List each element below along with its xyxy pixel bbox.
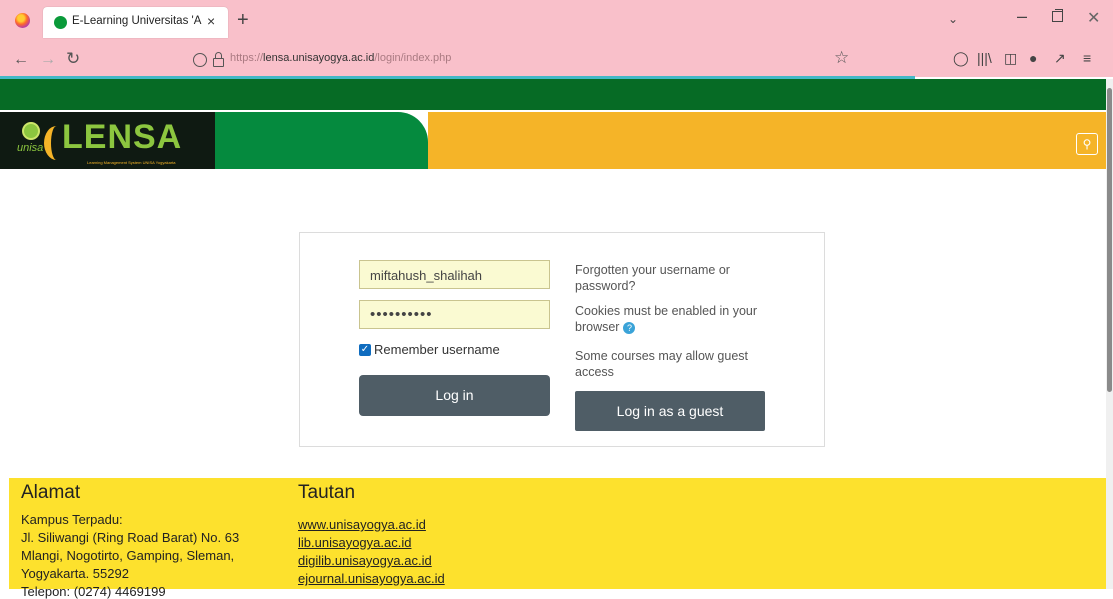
help-icon[interactable]: ? xyxy=(623,321,636,334)
header-green-block xyxy=(215,112,428,169)
logo-lensa-text: LENSA xyxy=(62,118,183,156)
footer-address-line: Jl. Siliwangi (Ring Road Barat) No. 63 xyxy=(21,530,240,545)
footer-address-line: Yogyakarta. 55292 xyxy=(21,566,129,581)
extension-icon[interactable]: ● xyxy=(1029,50,1037,66)
tab-close-icon[interactable]: × xyxy=(207,13,215,29)
footer-link[interactable]: ejournal.unisayogya.ac.id xyxy=(298,571,445,586)
footer-alamat-title: Alamat xyxy=(21,482,81,503)
footer-address-line: Telepon: (0274) 4469199 xyxy=(21,584,166,599)
guest-access-note: Some courses may allow guest access xyxy=(575,349,748,379)
search-button[interactable]: ⚲ xyxy=(1076,133,1098,155)
bookmark-star-icon[interactable]: ☆ xyxy=(834,48,849,68)
tab-title: E-Learning Universitas 'Aisyiyah xyxy=(72,15,202,27)
url-domain: lensa.unisayogya.ac.id xyxy=(263,52,375,64)
browser-tab[interactable]: E-Learning Universitas 'Aisyiyah × xyxy=(43,7,228,38)
header-gold-band xyxy=(428,112,1106,169)
footer-link[interactable]: lib.unisayogya.ac.id xyxy=(298,535,411,550)
footer-tautan-title: Tautan xyxy=(298,482,356,503)
footer-link[interactable]: digilib.unisayogya.ac.id xyxy=(298,553,432,568)
search-icon: ⚲ xyxy=(1082,137,1092,151)
window-close-icon[interactable]: ✕ xyxy=(1087,8,1100,28)
scrollbar-thumb[interactable] xyxy=(1107,88,1112,392)
pocket-icon[interactable]: ◯ xyxy=(953,50,969,67)
url-text[interactable]: https://lensa.unisayogya.ac.id/login/ind… xyxy=(230,52,451,64)
url-prefix: https:// xyxy=(230,52,264,64)
footer-address-line: Mlangi, Nogotirto, Gamping, Sleman, xyxy=(21,548,235,563)
tracking-protection-icon[interactable] xyxy=(193,53,207,67)
restore-icon[interactable] xyxy=(1052,9,1063,22)
remember-username-checkbox[interactable]: ✓ xyxy=(359,344,371,356)
cookies-text: Cookies must be enabled in your browser xyxy=(575,304,758,334)
cookies-notice: Cookies must be enabled in your browser? xyxy=(575,303,765,335)
top-navbar xyxy=(0,79,1106,111)
site-logo[interactable]: unisa LENSA Learning Management System U… xyxy=(0,112,215,169)
username-input[interactable]: miftahush_shalihah xyxy=(359,260,550,289)
library-icon[interactable]: |||\ xyxy=(977,50,992,66)
remember-username-label[interactable]: Remember username xyxy=(374,342,500,357)
forward-icon[interactable]: → xyxy=(40,51,56,69)
new-tab-button[interactable]: + xyxy=(237,9,249,32)
url-path: /login/index.php xyxy=(374,52,452,64)
unisa-seal-icon xyxy=(22,122,40,140)
logo-unisa-text: unisa xyxy=(17,142,44,154)
password-input[interactable]: •••••••••• xyxy=(359,300,550,329)
firefox-icon[interactable] xyxy=(15,13,30,28)
minimize-icon[interactable]: – xyxy=(1017,6,1027,27)
footer-link[interactable]: www.unisayogya.ac.id xyxy=(298,517,426,532)
forgot-password-link[interactable]: Forgotten your username or password? xyxy=(575,262,760,294)
favicon-icon xyxy=(54,16,67,29)
footer-address-line: Kampus Terpadu: xyxy=(21,512,123,527)
back-icon[interactable]: ← xyxy=(13,51,29,69)
share-icon[interactable]: ↗ xyxy=(1054,50,1066,67)
tab-list-chevron-icon[interactable]: ⌄ xyxy=(948,12,958,26)
login-button[interactable]: Log in xyxy=(359,375,550,416)
guest-login-button[interactable]: Log in as a guest xyxy=(575,391,765,431)
logo-subtitle: Learning Management System UNISA Yogyaka… xyxy=(87,160,176,165)
sidebar-icon[interactable]: ◫ xyxy=(1004,50,1017,67)
lock-icon[interactable] xyxy=(213,52,224,67)
reload-icon[interactable]: ↻ xyxy=(66,49,80,69)
menu-icon[interactable]: ≡ xyxy=(1083,50,1091,66)
